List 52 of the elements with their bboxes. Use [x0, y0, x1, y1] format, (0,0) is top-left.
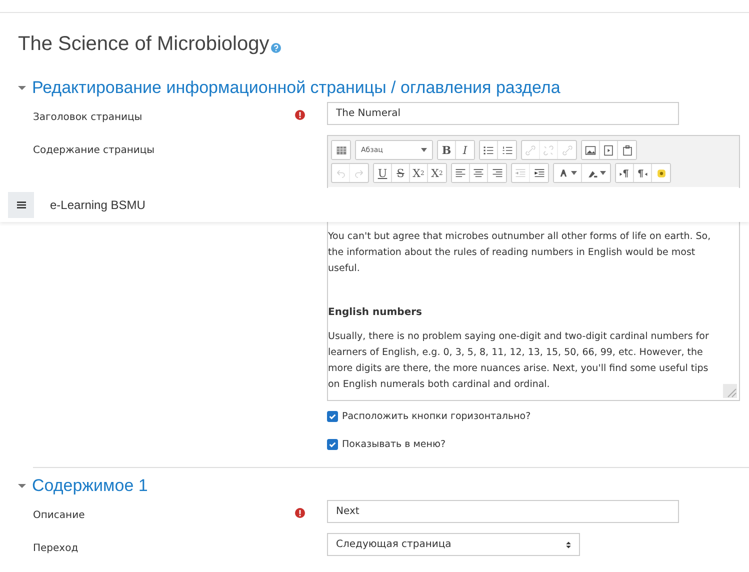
- ltr-button[interactable]: [616, 164, 634, 182]
- select-field[interactable]: Следующая страница: [327, 533, 580, 556]
- align-right-icon: [492, 168, 502, 178]
- section-heading[interactable]: Содержимое 1: [32, 476, 148, 496]
- bullets-icon: [483, 144, 494, 156]
- resize-handle-icon[interactable]: [723, 384, 737, 398]
- format-button[interactable]: B: [438, 141, 456, 159]
- text-field[interactable]: Next: [327, 500, 679, 523]
- table-button[interactable]: [332, 141, 350, 159]
- indent-icon: [534, 168, 544, 178]
- outdent-icon: [515, 168, 526, 178]
- field-label: Заголовок страницы: [33, 112, 142, 123]
- site-name[interactable]: e-Learning BSMU: [50, 198, 146, 212]
- content-heading: English numbers: [328, 306, 423, 320]
- redo-icon: [354, 168, 364, 178]
- collapse-icon[interactable]: [18, 84, 26, 92]
- content-paragraph: Usually, there is no problem saying one-digit and two-digit cardinal numbers for learners of English, e.g. 0, 3, 5, 8, 11, 12, 13, 15, 50, 66, 99, etc. However, the more digits are there, the more nuances arise. Next, you'll find some useful tips on English numerals both cardinal and ordinal.: [328, 330, 710, 392]
- rtl-icon: [637, 168, 648, 178]
- image-icon: [585, 144, 596, 156]
- field-label: Содержание страницы: [33, 145, 155, 156]
- media-icon: [603, 144, 614, 156]
- link-icon: [562, 144, 572, 156]
- menu-icon: [16, 201, 26, 209]
- bullets-button[interactable]: [480, 141, 498, 159]
- text-field[interactable]: The Numeral: [327, 102, 679, 125]
- font-color-icon: [558, 168, 569, 178]
- section-heading[interactable]: Редактирование информационной страницы / оглавления раздела: [32, 78, 560, 98]
- page-title: The Science of Microbiology: [18, 33, 270, 56]
- menu-button[interactable]: [8, 192, 34, 218]
- checkbox-label: Расположить кнопки горизонтально?: [342, 410, 531, 422]
- align-left-button[interactable]: [452, 164, 470, 182]
- sort-arrows-icon: [566, 540, 571, 548]
- content-paragraph: You can't but agree that microbes outnumber all other forms of life on earth. So, the information about the rules of reading numbers in English would be most useful.: [328, 230, 712, 276]
- unlink-icon: [543, 144, 554, 156]
- format-button[interactable]: U: [374, 164, 392, 182]
- checkbox[interactable]: [327, 410, 338, 422]
- font-color-button[interactable]: [554, 164, 582, 182]
- format-button[interactable]: X$^{2}$: [428, 164, 446, 182]
- ltr-icon: [619, 168, 630, 178]
- field-label: Описание: [33, 510, 85, 521]
- align-left-icon: [455, 168, 466, 178]
- numbers-icon: [502, 144, 512, 156]
- collapse-icon[interactable]: [18, 482, 26, 490]
- field-label: Переход: [33, 543, 78, 554]
- paste-icon: [622, 144, 632, 156]
- table-icon: [336, 144, 346, 156]
- checkbox-label: Показывать в меню?: [342, 438, 446, 450]
- link-icon: [525, 144, 536, 156]
- align-center-icon: [473, 168, 484, 178]
- checkbox[interactable]: [327, 438, 338, 450]
- image-button[interactable]: [582, 141, 600, 159]
- undo-icon: [335, 168, 346, 178]
